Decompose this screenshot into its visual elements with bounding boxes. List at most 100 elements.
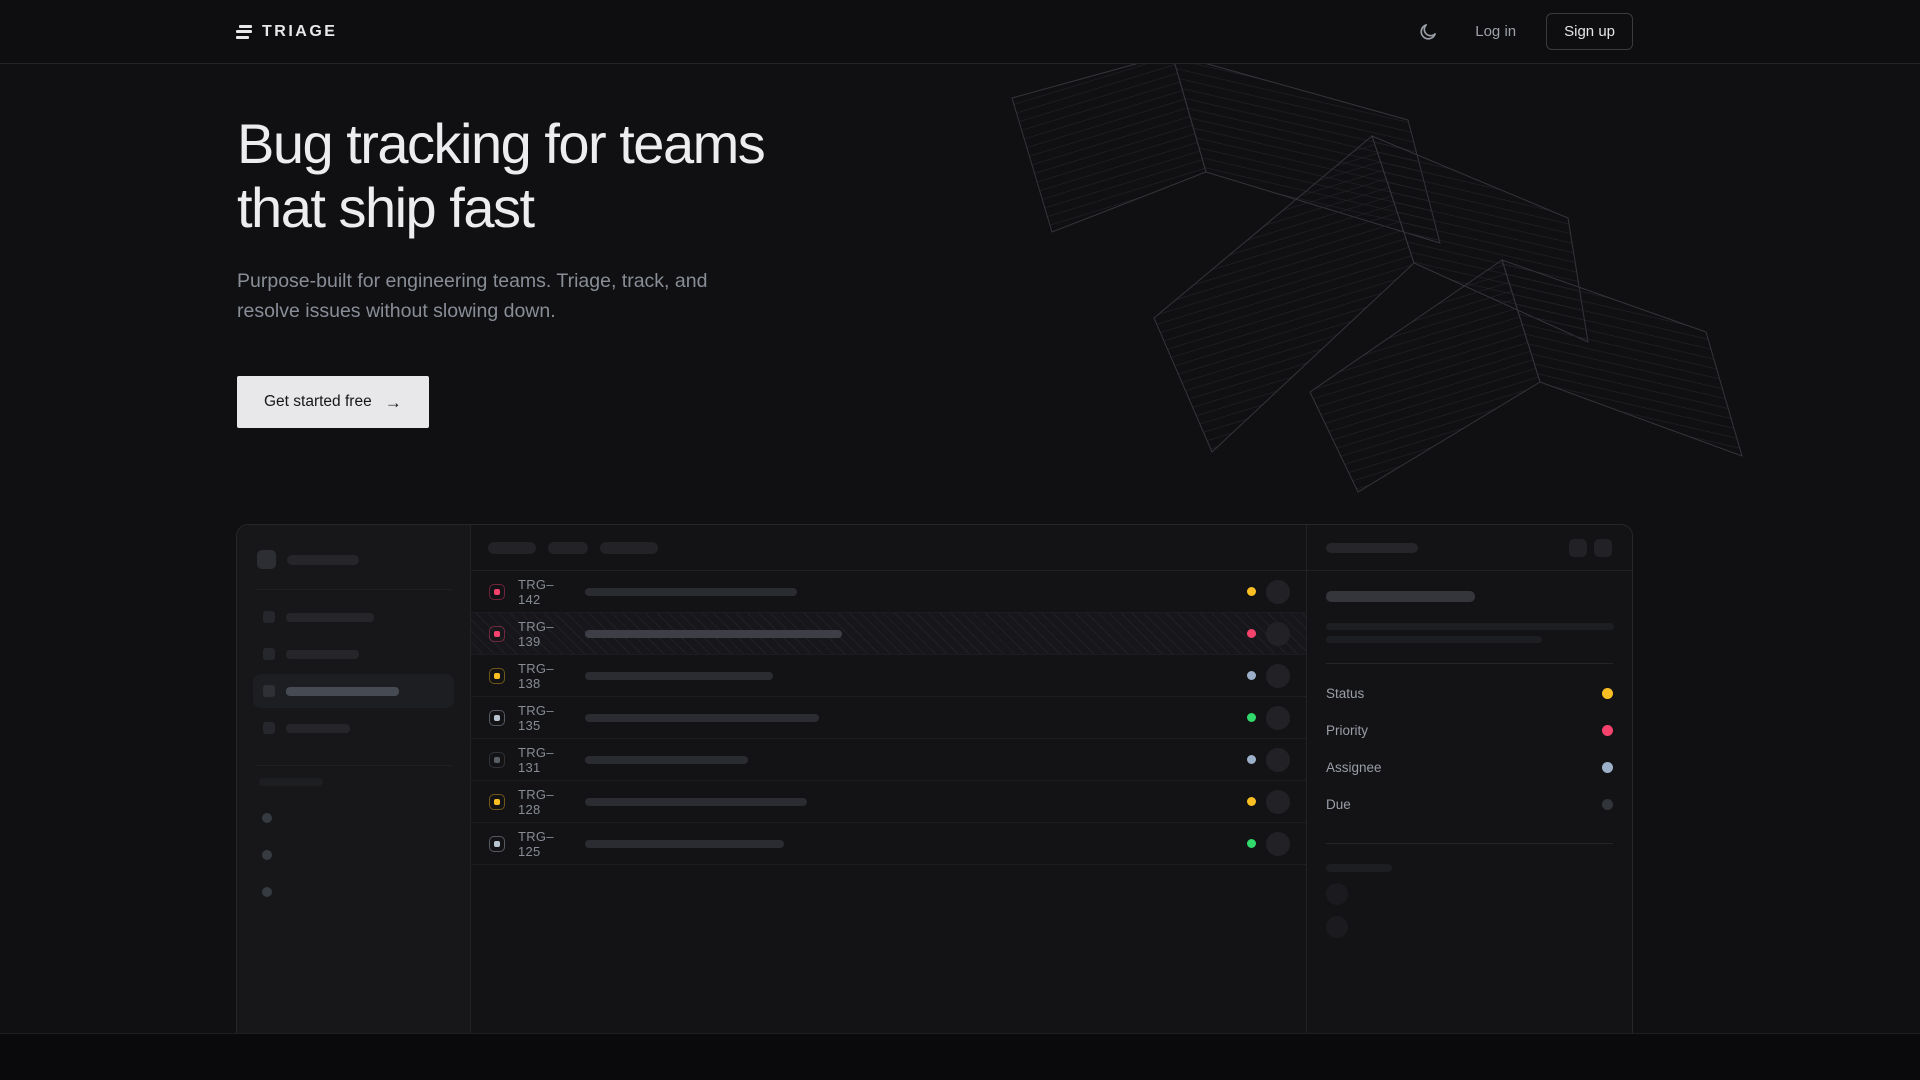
issue-avatar: [1266, 790, 1290, 814]
workspace-name-skeleton: [287, 555, 359, 565]
issue-avatar: [1266, 580, 1290, 604]
issue-type-icon: [489, 584, 505, 600]
tab-skeleton: [488, 542, 536, 554]
comment-avatar-skeleton: [1326, 883, 1348, 905]
logo[interactable]: TRIAGE: [236, 23, 337, 41]
workspace-switcher-skeleton: [257, 550, 454, 569]
detail-panel-header: [1307, 525, 1632, 571]
issue-avatar: [1266, 664, 1290, 688]
issue-status-dot: [1247, 713, 1256, 722]
issue-row: TRG–128: [471, 781, 1306, 823]
tab-skeleton: [600, 542, 658, 554]
panel-header-actions: [1569, 539, 1612, 557]
presence-dot: [262, 887, 272, 897]
issue-title-skeleton: [585, 588, 797, 596]
detail-line-skeleton: [1326, 623, 1614, 630]
property-label: Due: [1326, 797, 1351, 812]
workspace-icon: [257, 550, 276, 569]
issue-status-dot: [1247, 629, 1256, 638]
issue-status-dot: [1247, 755, 1256, 764]
property-label: Priority: [1326, 723, 1368, 738]
issue-type-icon: [489, 668, 505, 684]
comment-avatar-skeleton: [1326, 916, 1348, 938]
property-value-dot: [1602, 799, 1613, 810]
sidebar-item-icon: [263, 685, 275, 697]
issue-status-dot: [1247, 671, 1256, 680]
issue-id: TRG–128: [518, 787, 572, 817]
issue-id: TRG–131: [518, 745, 572, 775]
triage-logo-icon: [236, 25, 252, 39]
detail-title-skeleton: [1326, 591, 1475, 602]
issue-row: TRG–135: [471, 697, 1306, 739]
theme-toggle-button[interactable]: [1411, 15, 1445, 49]
issue-id: TRG–135: [518, 703, 572, 733]
issue-row: TRG–138: [471, 655, 1306, 697]
preview-detail-panel: Status Priority Assignee Due: [1306, 525, 1632, 1033]
panel-action-icon: [1569, 539, 1587, 557]
landing-page: TRIAGE Log in Sign up Bug tracking for t…: [0, 0, 1920, 1080]
issue-title-skeleton: [585, 798, 807, 806]
issue-avatar: [1266, 706, 1290, 730]
login-link[interactable]: Log in: [1475, 23, 1516, 40]
property-label: Assignee: [1326, 760, 1382, 775]
issue-id: TRG–138: [518, 661, 572, 691]
sidebar-divider: [255, 589, 452, 590]
issue-title-skeleton: [585, 672, 773, 680]
hero-title-line2: that ship fast: [237, 176, 534, 239]
property-label: Status: [1326, 686, 1364, 701]
issue-avatar: [1266, 748, 1290, 772]
issue-type-icon: [489, 836, 505, 852]
property-row: Due: [1326, 786, 1613, 823]
issue-status-dot: [1247, 797, 1256, 806]
issue-type-icon: [489, 710, 505, 726]
detail-divider: [1326, 663, 1613, 664]
sidebar-item-label-skeleton: [286, 687, 399, 696]
detail-divider: [1326, 843, 1613, 844]
panel-header-skeleton: [1326, 543, 1418, 553]
detail-panel-body: Status Priority Assignee Due: [1307, 571, 1632, 938]
issue-title-skeleton: [585, 840, 784, 848]
logo-text: TRIAGE: [262, 23, 337, 41]
hero-title: Bug tracking for teams that ship fast: [237, 112, 764, 240]
issue-avatar: [1266, 832, 1290, 856]
issue-row: TRG–142: [471, 571, 1306, 613]
sidebar-item-icon: [263, 611, 275, 623]
issue-row: TRG–139: [471, 613, 1306, 655]
signup-button[interactable]: Sign up: [1546, 13, 1633, 50]
issue-avatar: [1266, 622, 1290, 646]
property-row: Status: [1326, 675, 1613, 712]
sidebar-section-label-skeleton: [259, 778, 323, 786]
navbar-actions: Log in Sign up: [1411, 13, 1633, 50]
preview-issue-list: TRG–142 TRG–139 TRG–138 TRG–135 TRG–131 TRG–1…: [471, 525, 1306, 1033]
property-value-dot: [1602, 688, 1613, 699]
sidebar-item-skeleton: [253, 711, 454, 745]
issue-status-dot: [1247, 839, 1256, 848]
issue-title-skeleton: [585, 756, 748, 764]
issue-row: TRG–125: [471, 823, 1306, 865]
get-started-button[interactable]: Get started free →: [237, 376, 429, 428]
sidebar-item-skeleton-active: [253, 674, 454, 708]
issue-title-skeleton: [585, 630, 842, 638]
issue-id: TRG–139: [518, 619, 572, 649]
issue-type-icon: [489, 752, 505, 768]
hero-subtitle: Purpose-built for engineering teams. Tri…: [237, 266, 764, 326]
sidebar-item-skeleton: [253, 600, 454, 634]
issue-row: TRG–131: [471, 739, 1306, 781]
property-value-dot: [1602, 725, 1613, 736]
issue-id: TRG–125: [518, 829, 572, 859]
hero-title-line1: Bug tracking for teams: [237, 112, 764, 175]
property-rows: Status Priority Assignee Due: [1326, 675, 1613, 823]
issue-status-dot: [1247, 587, 1256, 596]
issue-id: TRG–142: [518, 577, 572, 607]
issue-rows: TRG–142 TRG–139 TRG–138 TRG–135 TRG–131 TRG–1…: [471, 571, 1306, 865]
tab-skeleton: [548, 542, 588, 554]
hero-section: Bug tracking for teams that ship fast Pu…: [237, 112, 764, 428]
cta-label: Get started free: [264, 393, 372, 411]
next-section-band: [0, 1034, 1920, 1080]
list-header: [471, 525, 1306, 571]
presence-dot: [262, 813, 272, 823]
issue-type-icon: [489, 626, 505, 642]
detail-line-skeleton: [1326, 636, 1542, 643]
issue-type-icon: [489, 794, 505, 810]
comments-section-label-skeleton: [1326, 864, 1392, 872]
